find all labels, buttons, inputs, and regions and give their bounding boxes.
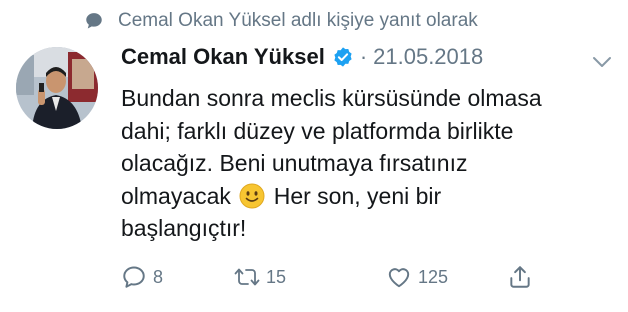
tweet-date[interactable]: 21.05.2018	[373, 44, 483, 70]
avatar-photo	[16, 47, 98, 129]
share-icon	[510, 266, 530, 288]
share-button[interactable]	[507, 264, 539, 290]
reply-button[interactable]: 8	[121, 264, 163, 290]
reply-count: 8	[153, 266, 164, 287]
tweet-text: Bundan sonra meclis kürsüsünde olmasa da…	[121, 82, 611, 245]
like-button[interactable]: 125	[386, 264, 448, 290]
reply-context: Cemal Okan Yüksel adlı kişiye yanıt olar…	[84, 10, 478, 32]
author-name[interactable]: Cemal Okan Yüksel	[121, 44, 325, 70]
speech-bubble-icon	[86, 13, 102, 29]
like-count: 125	[418, 266, 449, 287]
heart-icon	[388, 268, 410, 288]
reply-icon	[123, 266, 145, 288]
reply-context-text: Cemal Okan Yüksel adlı kişiye yanıt olar…	[118, 10, 478, 31]
slightly-smiling-face-icon	[239, 183, 265, 209]
verified-badge-icon	[334, 47, 352, 67]
retweet-button[interactable]: 15	[234, 264, 286, 290]
chevron-down-icon[interactable]	[592, 56, 612, 68]
tweet-actions: 8 15 125	[121, 264, 541, 294]
retweet-icon	[234, 268, 260, 286]
avatar[interactable]	[16, 47, 98, 129]
retweet-count: 15	[266, 266, 287, 287]
separator-dot: ·	[359, 44, 368, 69]
tweet-header: Cemal Okan Yüksel · 21.05.2018	[121, 44, 483, 70]
